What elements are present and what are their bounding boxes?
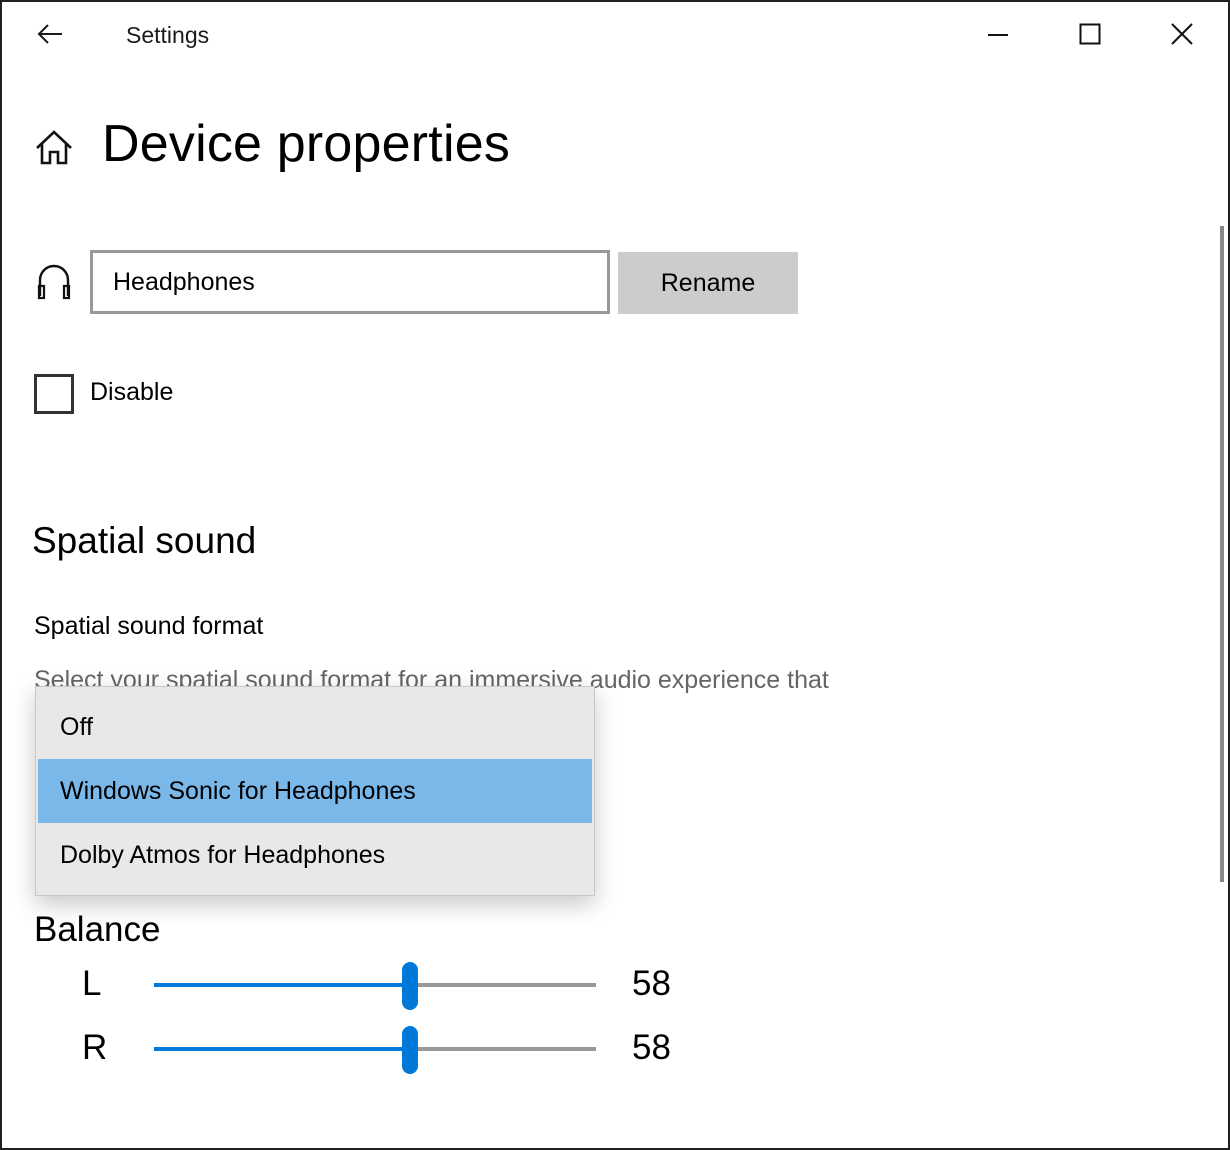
disable-checkbox[interactable] bbox=[34, 374, 74, 414]
home-icon bbox=[36, 130, 72, 165]
balance-left-value: 58 bbox=[632, 964, 671, 1003]
app-title: Settings bbox=[126, 22, 210, 48]
vertical-scrollbar[interactable] bbox=[1220, 226, 1224, 882]
home-button[interactable] bbox=[34, 128, 74, 168]
page-title: Device properties bbox=[102, 115, 511, 173]
minimize-button[interactable] bbox=[968, 12, 1028, 56]
close-icon bbox=[1171, 23, 1193, 45]
minimize-icon bbox=[988, 34, 1008, 36]
rename-button[interactable]: Rename bbox=[618, 252, 798, 314]
slider-thumb[interactable] bbox=[402, 962, 419, 1010]
balance-right-label: R bbox=[82, 1028, 108, 1067]
spatial-sound-format-label: Spatial sound format bbox=[34, 612, 264, 640]
arrow-left-icon bbox=[37, 24, 62, 44]
maximize-button[interactable] bbox=[1060, 12, 1120, 56]
balance-heading: Balance bbox=[34, 910, 161, 949]
dropdown-option-windows-sonic[interactable]: Windows Sonic for Headphones bbox=[38, 759, 592, 823]
title-bar: Settings bbox=[2, 2, 1228, 70]
spatial-sound-format-dropdown: Off Windows Sonic for Headphones Dolby A… bbox=[35, 686, 595, 896]
balance-right-value: 58 bbox=[632, 1028, 671, 1067]
device-name-input[interactable] bbox=[90, 250, 610, 314]
headphones-icon bbox=[36, 262, 72, 300]
slider-fill bbox=[154, 1047, 411, 1051]
slider-fill bbox=[154, 983, 411, 987]
balance-left-label: L bbox=[82, 964, 102, 1003]
balance-right-slider[interactable] bbox=[154, 1026, 596, 1074]
settings-window: Settings Device properties Headphones Re… bbox=[2, 2, 1228, 1148]
back-button[interactable] bbox=[30, 16, 70, 52]
slider-thumb[interactable] bbox=[402, 1026, 419, 1074]
dropdown-option-dolby-atmos[interactable]: Dolby Atmos for Headphones bbox=[38, 823, 592, 887]
dropdown-option-off[interactable]: Off bbox=[38, 695, 592, 759]
maximize-icon bbox=[1079, 23, 1101, 45]
spatial-sound-heading: Spatial sound bbox=[32, 520, 257, 561]
close-button[interactable] bbox=[1152, 12, 1212, 56]
disable-label: Disable bbox=[90, 378, 174, 406]
balance-left-slider[interactable] bbox=[154, 962, 596, 1010]
